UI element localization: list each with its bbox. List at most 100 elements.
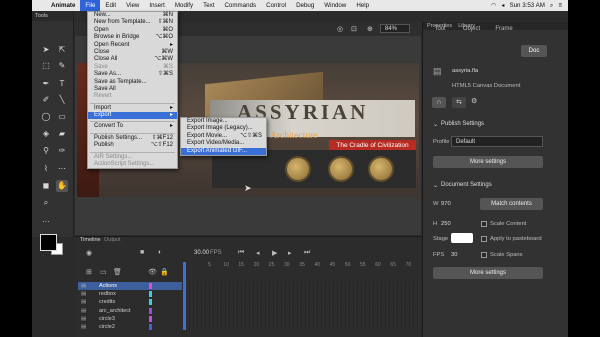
layer-color-chip[interactable] <box>149 324 152 330</box>
height-field[interactable]: 250 <box>441 221 451 227</box>
step-back-icon[interactable]: ◂ <box>256 249 260 257</box>
width-tool-icon[interactable]: ⌇ <box>40 163 52 175</box>
file-menu-item[interactable]: Close All ⌥⌘W <box>88 56 177 63</box>
free-transform-icon[interactable]: ⬚ <box>40 60 52 72</box>
asset-warp-icon[interactable]: ⋯ <box>56 163 68 175</box>
tab-object[interactable]: Object <box>455 23 488 35</box>
magnet-icon[interactable]: ∩ <box>432 97 446 108</box>
file-menu-item[interactable]: Import ▸ <box>88 105 177 112</box>
bone-tool-icon[interactable]: ⚲ <box>40 145 52 157</box>
tab-output[interactable]: Output <box>104 237 121 243</box>
layer-color-chip[interactable] <box>149 291 152 298</box>
profile-select[interactable]: Default <box>451 136 543 147</box>
oval-tool-icon[interactable]: ◯ <box>40 111 52 123</box>
text-tool-icon[interactable]: T <box>56 78 68 90</box>
layer-color-chip[interactable] <box>149 307 152 314</box>
export-menu-item[interactable]: Export Movie... ⌥⇧⌘S <box>181 133 266 140</box>
menu-debug[interactable]: Debug <box>291 0 319 11</box>
layer-row[interactable] <box>78 323 182 331</box>
layer-color-chip[interactable] <box>149 315 152 322</box>
frame-rate-readout[interactable]: 30.00 <box>194 250 209 256</box>
scale-spans-checkbox[interactable] <box>481 252 487 258</box>
wifi-icon[interactable]: ◠ <box>491 2 496 9</box>
go-to-first-icon[interactable]: ⏮ <box>238 249 244 257</box>
file-menu-item[interactable]: Revert <box>88 93 177 100</box>
subselection-tool-icon[interactable]: ⇱ <box>56 44 68 56</box>
new-folder-icon[interactable]: ▭ <box>100 268 107 276</box>
export-menu-item[interactable]: Export Image... <box>181 118 266 125</box>
frame-ruler[interactable]: 5 10 15 20 25 30 35 40 45 50 55 60 65 70 <box>188 262 420 272</box>
layer-color-chip[interactable] <box>149 283 152 289</box>
hand-tool-icon[interactable]: ✋ <box>56 180 68 192</box>
more-tools-icon[interactable]: … <box>40 214 52 226</box>
match-contents-button[interactable]: Match contents <box>480 198 543 210</box>
menu-help[interactable]: Help <box>351 0 374 11</box>
menu-window[interactable]: Window <box>319 0 351 11</box>
delete-layer-icon[interactable]: 🗑 <box>113 268 122 276</box>
play-icon[interactable]: ▶ <box>272 249 277 257</box>
show-all-icon[interactable]: 👁 <box>148 268 157 276</box>
tab-timeline[interactable]: Timeline <box>80 237 101 243</box>
volume-icon[interactable]: ◂ <box>501 2 504 9</box>
apply-pasteboard-checkbox[interactable] <box>481 236 487 242</box>
menu-control[interactable]: Control <box>261 0 291 11</box>
stroke-color-swatch[interactable] <box>40 234 57 251</box>
crop-icon[interactable]: ⊡ <box>351 25 357 33</box>
menu-commands[interactable]: Commands <box>219 0 261 11</box>
tab-tool[interactable]: Tool <box>427 23 453 35</box>
tab-doc[interactable]: Doc <box>521 45 547 57</box>
menu-insert[interactable]: Insert <box>144 0 169 11</box>
lock-all-icon[interactable]: 🔒 <box>160 268 169 276</box>
file-menu-item[interactable]: Export ▸ <box>88 112 177 120</box>
search-icon[interactable]: ⌕ <box>550 2 553 10</box>
menu-edit[interactable]: Edit <box>100 0 121 11</box>
file-menu-item[interactable]: Save as Template... <box>88 79 177 86</box>
more-settings-button-2[interactable]: More settings <box>433 267 543 279</box>
layer-frames[interactable] <box>186 323 420 331</box>
layer-row[interactable] <box>78 282 182 290</box>
scale-content-checkbox[interactable] <box>481 221 487 227</box>
clock[interactable]: Sun 3:53 AM <box>509 2 544 9</box>
export-menu-item[interactable]: Export Animated GIF... <box>181 147 266 155</box>
file-menu-item[interactable]: Save All <box>88 86 177 93</box>
tab-frame[interactable]: Frame <box>489 23 519 35</box>
go-to-last-icon[interactable]: ⏭ <box>304 249 310 257</box>
line-tool-icon[interactable]: ╲ <box>56 94 68 106</box>
eyedropper-icon[interactable]: ✑ <box>56 145 68 157</box>
rectangle-tool-icon[interactable]: ▭ <box>56 111 68 123</box>
file-menu-item[interactable]: Browse in Bridge ⌥⌘O <box>88 34 177 41</box>
layer-frames[interactable] <box>186 282 420 290</box>
settings-icon[interactable]: ⚙ <box>471 97 477 105</box>
zoom-tool-icon[interactable]: ⌕ <box>40 197 52 209</box>
menu-view[interactable]: View <box>121 0 144 11</box>
menu-app-name[interactable]: Animate <box>46 0 80 11</box>
width-field[interactable]: 970 <box>441 201 451 207</box>
new-layer-icon[interactable]: ⊞ <box>86 268 92 276</box>
file-menu-item[interactable]: Save As... ⇧⌘S <box>88 71 177 78</box>
brush-tool-icon[interactable]: ✐ <box>40 94 52 106</box>
export-menu-item[interactable]: Export Image (Legacy)... <box>181 125 266 132</box>
pen-tool-icon[interactable]: ✒ <box>40 78 52 90</box>
center-stage-icon[interactable]: ⊕ <box>367 25 373 33</box>
lasso-tool-icon[interactable]: ✎ <box>56 60 68 72</box>
layer-frames[interactable] <box>186 298 420 307</box>
control-center-icon[interactable]: ≡ <box>558 2 562 9</box>
layer-frames[interactable] <box>186 314 420 323</box>
file-menu-item[interactable]: AIR Settings... <box>88 154 177 161</box>
step-forward-icon[interactable]: ▸ <box>288 249 292 257</box>
file-menu-item[interactable]: Convert To ▸ <box>88 123 177 130</box>
file-menu-item[interactable]: Open Recent ▸ <box>88 42 177 49</box>
stage-color-swatch[interactable] <box>451 233 473 243</box>
menu-text[interactable]: Text <box>198 0 219 11</box>
file-menu-item[interactable]: Publish ⌥⇧F12 <box>88 142 177 149</box>
selection-tool-icon[interactable]: ➤ <box>40 44 52 56</box>
zoom-field[interactable]: 84% <box>380 24 410 33</box>
snap-icon[interactable]: ◎ <box>337 25 343 33</box>
doc-section-chevron-icon[interactable]: ⌄ <box>433 182 438 189</box>
layer-row[interactable] <box>78 298 182 306</box>
fps-field[interactable]: 30 <box>451 252 457 258</box>
layer-color-chip[interactable] <box>149 299 152 306</box>
camera-tool-icon[interactable]: ◼ <box>40 180 52 192</box>
eraser-tool-icon[interactable]: ▰ <box>56 128 68 140</box>
layer-row[interactable] <box>78 315 182 323</box>
